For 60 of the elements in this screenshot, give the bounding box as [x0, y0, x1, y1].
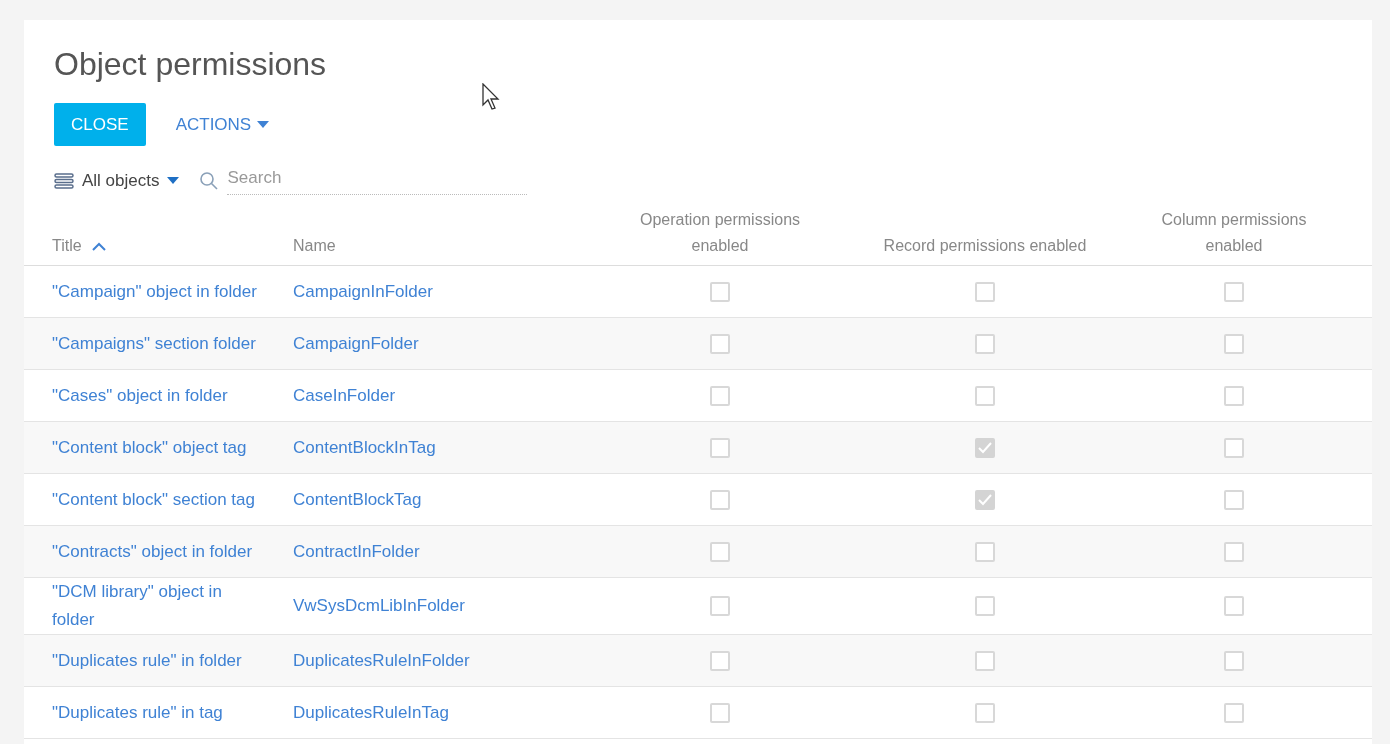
all-objects-dropdown[interactable]: All objects [54, 170, 180, 191]
checkbox[interactable] [710, 437, 730, 458]
caret-icon [167, 177, 180, 184]
object-title-link[interactable]: "Content block" object tag [52, 433, 247, 462]
close-button[interactable]: CLOSE [54, 103, 146, 146]
object-title-link[interactable]: "Contracts" object in folder [52, 537, 253, 566]
checkbox[interactable] [710, 541, 730, 562]
sort-ascending-icon[interactable] [91, 241, 106, 251]
checkbox[interactable] [975, 333, 995, 354]
checkbox[interactable] [975, 596, 995, 616]
checkbox[interactable] [1224, 489, 1244, 510]
object-title-link[interactable]: "DCM library" object in folder [52, 578, 222, 634]
object-title-link[interactable]: "Campaigns" section folder [52, 329, 256, 358]
checkbox[interactable] [1224, 702, 1244, 723]
object-title-link[interactable]: "Cases" object in folder [52, 381, 228, 410]
checkbox[interactable] [1224, 385, 1244, 406]
object-name-link[interactable]: DuplicatesRuleInFolder [293, 646, 470, 675]
checkbox[interactable] [1224, 596, 1244, 616]
object-name-link[interactable]: CampaignFolder [293, 329, 419, 358]
search-icon [199, 170, 220, 191]
column-header[interactable]: Column permissions enabled [1139, 207, 1329, 259]
list-icon [54, 172, 74, 189]
checkbox[interactable] [710, 281, 730, 302]
checkbox[interactable] [975, 281, 995, 302]
checkbox[interactable] [710, 333, 730, 354]
object-name-link[interactable]: ContractInFolder [293, 537, 420, 566]
object-title-link[interactable]: "Duplicates rule" in tag [52, 698, 223, 727]
caret-icon [257, 121, 270, 128]
checkbox[interactable] [975, 437, 995, 458]
object-name-link[interactable]: CaseInFolder [293, 381, 396, 410]
object-name-link[interactable]: ContentBlockTag [293, 485, 422, 514]
actions-button[interactable]: ACTIONS [175, 114, 270, 135]
checkbox[interactable] [1224, 650, 1244, 671]
page-title: Object permissions [53, 45, 328, 80]
object-title-link[interactable]: "Content block" section tag [52, 485, 255, 514]
checkbox[interactable] [710, 702, 730, 723]
checkbox[interactable] [1224, 333, 1244, 354]
mouse-cursor-icon [482, 83, 500, 110]
checkbox[interactable] [975, 489, 995, 510]
object-title-link[interactable]: "Campaign" object in folder [52, 277, 257, 306]
object-name-link[interactable]: VwSysDcmLibInFolder [293, 592, 465, 620]
checkbox[interactable] [1224, 437, 1244, 458]
column-header[interactable]: Operation permissions enabled [625, 207, 815, 259]
checkbox[interactable] [710, 596, 730, 616]
checkbox[interactable] [1224, 281, 1244, 302]
checkbox[interactable] [710, 385, 730, 406]
checkbox[interactable] [1224, 541, 1244, 562]
checkbox[interactable] [975, 541, 995, 562]
column-header[interactable]: Title [52, 233, 106, 259]
object-name-link[interactable]: DuplicatesRuleInTag [293, 698, 449, 727]
checkbox[interactable] [975, 385, 995, 406]
checkbox[interactable] [975, 650, 995, 671]
checkbox[interactable] [710, 489, 730, 510]
object-title-link[interactable]: "Duplicates rule" in folder [52, 646, 242, 675]
object-name-link[interactable]: ContentBlockInTag [293, 433, 436, 462]
column-header[interactable]: Record permissions enabled [883, 233, 1087, 259]
object-name-link[interactable]: CampaignInFolder [293, 277, 433, 306]
checkbox[interactable] [975, 702, 995, 723]
checkbox[interactable] [710, 650, 730, 671]
column-header[interactable]: Name [293, 233, 336, 259]
